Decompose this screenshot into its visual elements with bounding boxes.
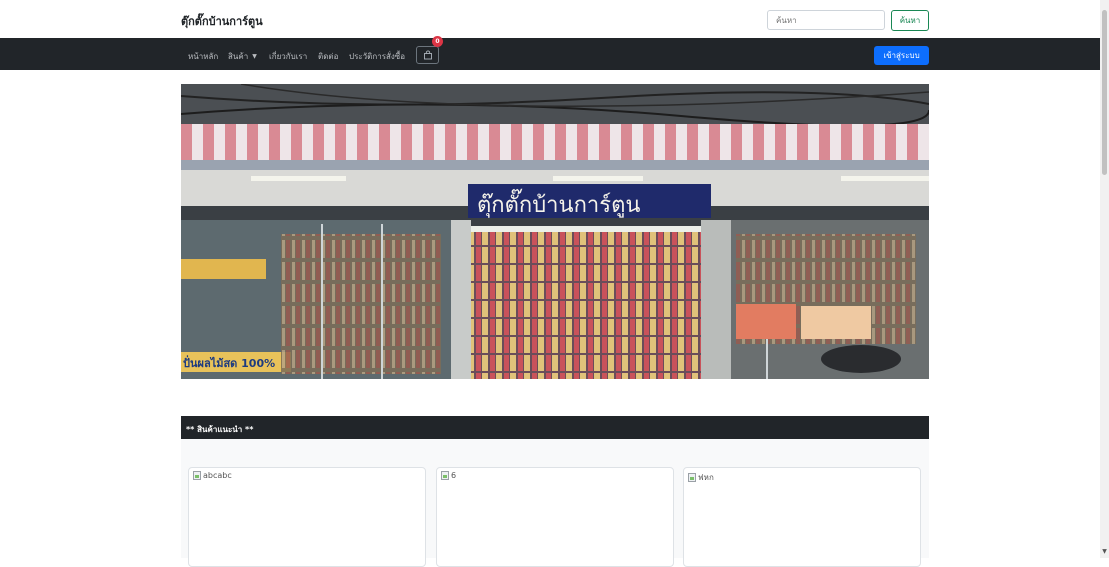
search-input[interactable] <box>767 10 885 30</box>
search-button[interactable]: ค้นหา <box>891 10 929 31</box>
scrollbar-thumb[interactable] <box>1102 10 1107 175</box>
login-button[interactable]: เข้าสู่ระบบ <box>874 46 929 65</box>
nav-item-contact[interactable]: ติดต่อ <box>318 50 338 63</box>
product-image-alt: abcabc <box>203 471 232 480</box>
product-card[interactable]: abcabc <box>188 467 426 567</box>
product-card[interactable]: 6 <box>436 467 674 567</box>
section-title: ** สินค้าแนะนำ ** <box>186 425 254 434</box>
product-card[interactable]: ฟหก <box>683 467 921 567</box>
cart-count-badge: 0 <box>432 36 443 47</box>
chevron-down-icon: ▼ <box>252 53 257 60</box>
nav-item-label: ติดต่อ <box>318 52 339 61</box>
nav-item-home[interactable]: หน้าหลัก <box>188 50 218 63</box>
broken-image-icon <box>441 471 449 480</box>
left-sign-text: ปั่นผลไม้สด 100% <box>183 355 275 370</box>
hero-banner-image: ตุ๊กตั๊กบ้านการ์ตูน ปั่นผลไม้สด 100% <box>181 84 929 379</box>
nav-item-products[interactable]: สินค้า ▼ <box>228 50 257 63</box>
nav-item-about[interactable]: เกี่ยวกับเรา <box>269 50 307 63</box>
nav-item-label: สินค้า <box>228 52 249 61</box>
product-image[interactable]: abcabc <box>193 471 232 480</box>
product-image-alt: 6 <box>451 471 457 480</box>
product-image[interactable]: ฟหก <box>688 471 714 484</box>
nav-item-label: หน้าหลัก <box>188 52 219 61</box>
nav-item-order-history[interactable]: ประวัติการสั่งซื้อ <box>349 50 405 63</box>
recommended-section-header: ** สินค้าแนะนำ ** <box>181 416 929 439</box>
store-sign-text: ตุ๊กตั๊กบ้านการ์ตูน <box>477 188 640 218</box>
nav-item-label: เกี่ยวกับเรา <box>269 52 308 61</box>
brand-title[interactable]: ตุ๊กตั๊กบ้านการ์ตูน <box>181 12 263 30</box>
product-image-alt: ฟหก <box>698 473 714 482</box>
shopping-bag-icon <box>423 50 432 60</box>
product-image[interactable]: 6 <box>441 471 456 480</box>
cart-button[interactable] <box>416 46 439 64</box>
nav-item-label: ประวัติการสั่งซื้อ <box>349 52 406 61</box>
broken-image-icon <box>193 471 201 480</box>
main-navbar <box>0 38 1100 70</box>
top-header: ตุ๊กตั๊กบ้านการ์ตูน ค้นหา <box>0 0 1100 38</box>
broken-image-icon <box>688 473 696 482</box>
scroll-down-arrow-icon[interactable]: ▼ <box>1101 548 1108 556</box>
storefront-illustration: ตุ๊กตั๊กบ้านการ์ตูน ปั่นผลไม้สด 100% <box>181 84 929 379</box>
